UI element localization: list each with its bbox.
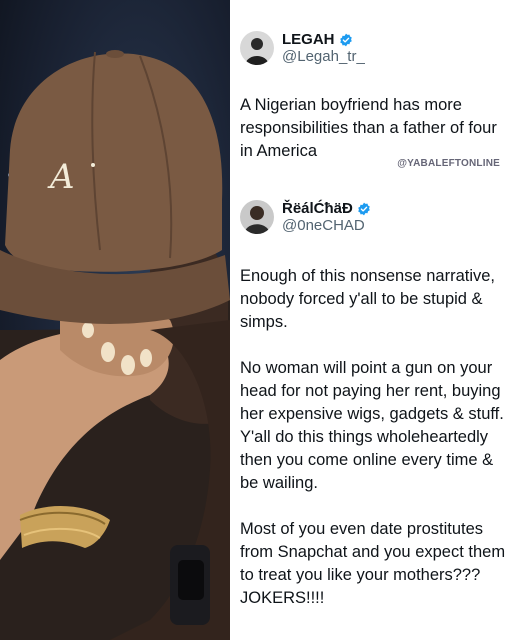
tweet1-paragraph: A Nigerian boyfriend has more responsibi… — [240, 96, 497, 160]
tweet2-avatar[interactable] — [240, 200, 274, 235]
tweet2-text: Enough of this nonsense narrative, nobod… — [240, 265, 508, 633]
tweet1-display-name[interactable]: LEGAH — [282, 31, 335, 48]
tweet1-display-name-row: LEGAH — [282, 31, 365, 48]
photo-couple: A — [0, 0, 230, 640]
tweet1-avatar[interactable] — [240, 31, 274, 66]
cap-logo: A — [47, 157, 75, 197]
tweet1-text: A Nigerian boyfriend has more responsibi… — [240, 94, 508, 186]
verified-badge-icon — [358, 202, 370, 216]
tweet2-display-name[interactable]: ŘëálĆħäĐ — [282, 200, 353, 217]
tweet2-display-name-row: ŘëálĆħäĐ — [282, 200, 371, 217]
tweet1-header: LEGAH @Legah_tr_ — [240, 31, 365, 66]
tweet1-handle[interactable]: @Legah_tr_ — [282, 48, 365, 65]
meme-post: A LEGAH @Legah_tr_ A Nigerian boyfriend … — [0, 0, 512, 640]
tweet2-paragraph: No woman will point a gun on your head f… — [240, 359, 504, 492]
tweet2-handle[interactable]: @0neCHAD — [282, 217, 371, 234]
tweet2-paragraph: Enough of this nonsense narrative, nobod… — [240, 267, 496, 331]
tweet2-header: ŘëálĆħäĐ @0neCHAD — [240, 200, 371, 235]
tweet2-paragraph: Most of you even date prostitutes from S… — [240, 520, 506, 607]
tweet-panel: LEGAH @Legah_tr_ A Nigerian boyfriend ha… — [230, 0, 512, 640]
watermark: @YABALEFTONLINE — [397, 158, 500, 169]
photo-illustration: A — [0, 50, 230, 640]
verified-badge-icon — [339, 33, 352, 47]
